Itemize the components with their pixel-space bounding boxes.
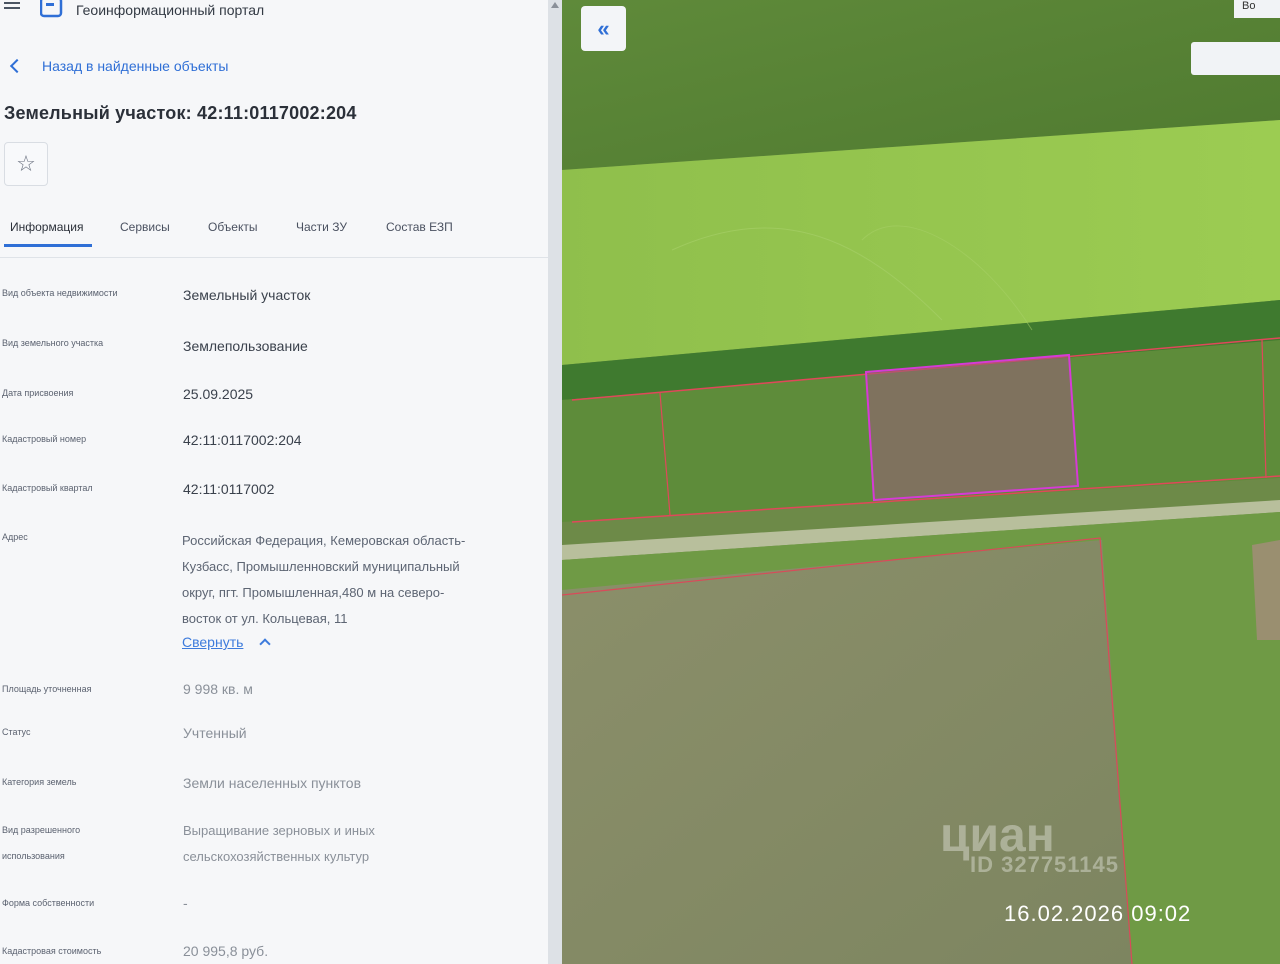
- satellite-map[interactable]: [562, 0, 1280, 964]
- address-line: Российская Федерация, Кемеровская област…: [182, 533, 466, 548]
- portal-logo-icon: [40, 0, 63, 18]
- hamburger-menu-icon[interactable]: [4, 2, 20, 14]
- object-info-panel: Геоинформационный портал Назад в найденн…: [0, 0, 556, 964]
- land-category-label: Категория земель: [2, 777, 77, 787]
- permitted-use-label: использования: [2, 851, 65, 861]
- portal-header: Геоинформационный портал: [0, 0, 548, 22]
- double-chevron-left-icon: «: [597, 15, 610, 41]
- address-label: Адрес: [2, 532, 28, 542]
- back-link-label: Назад в найденные объекты: [42, 58, 229, 74]
- tab-plot-parts[interactable]: Части ЗУ: [296, 220, 347, 234]
- assign-date-label: Дата присвоения: [2, 388, 74, 398]
- area-label: Площадь уточненная: [2, 684, 92, 694]
- object-title: Земельный участок: 42:11:0117002:204: [4, 103, 357, 123]
- tab-services[interactable]: Сервисы: [120, 220, 170, 234]
- tab-ezp-composition[interactable]: Состав ЕЗП: [386, 220, 453, 234]
- collapse-address-link[interactable]: Свернуть: [182, 634, 272, 650]
- permitted-use-value: Выращивание зерновых и иных: [183, 823, 375, 838]
- permitted-use-value: сельскохозяйственных культур: [183, 849, 370, 864]
- address-line: Кузбасс, Промышленновский муниципальный: [182, 559, 460, 574]
- cadastral-cost-label: Кадастровая стоимость: [2, 946, 102, 956]
- chevron-up-icon: [259, 638, 272, 650]
- map-search-input[interactable]: [1191, 42, 1280, 75]
- cadastral-cost-value: 20 995,8 руб.: [183, 943, 269, 959]
- cadastral-number-label: Кадастровый номер: [2, 434, 87, 444]
- property-type-label: Вид объекта недвижимости: [2, 288, 118, 298]
- address-line: восток от ул. Кольцевая, 11: [182, 611, 348, 626]
- address-line: округ, пгт. Промышленная,480 м на северо…: [182, 585, 445, 600]
- info-tabs: Информация Сервисы Объекты Части ЗУ Сост…: [0, 212, 548, 258]
- ownership-label: Форма собственности: [2, 898, 95, 908]
- favorite-button[interactable]: ☆: [4, 142, 48, 186]
- property-type-value: Земельный участок: [183, 287, 311, 303]
- address-value: Российская Федерация, Кемеровская област…: [182, 528, 532, 632]
- active-tab-indicator: [4, 244, 92, 247]
- tab-objects[interactable]: Объекты: [208, 220, 258, 234]
- assign-date-value: 25.09.2025: [183, 386, 254, 402]
- cadastral-quarter-value: 42:11:0117002: [183, 481, 275, 497]
- area-value: 9 998 кв. м: [183, 681, 253, 697]
- chevron-left-icon: [9, 58, 25, 74]
- portal-title: Геоинформационный портал: [76, 2, 265, 18]
- land-plot-type-label: Вид земельного участка: [2, 338, 104, 348]
- panel-scrollbar[interactable]: [548, 0, 562, 964]
- land-plot-type-value: Землепользование: [183, 338, 308, 354]
- back-to-results-link[interactable]: Назад в найденные объекты: [9, 58, 229, 74]
- scroll-up-icon[interactable]: [551, 2, 559, 8]
- collapse-label: Свернуть: [182, 634, 244, 650]
- cadastral-quarter-label: Кадастровый квартал: [2, 483, 93, 493]
- permitted-use-label: Вид разрешенного: [2, 825, 81, 835]
- star-icon: ☆: [16, 151, 36, 176]
- photo-timestamp: 16.02.2026 09:02: [1004, 901, 1192, 926]
- map-imagery: [562, 0, 1280, 964]
- land-category-value: Земли населенных пунктов: [183, 775, 362, 791]
- tab-information[interactable]: Информация: [10, 220, 83, 234]
- status-value: Учтенный: [183, 725, 247, 741]
- status-label: Статус: [2, 727, 31, 737]
- cadastral-number-value: 42:11:0117002:204: [183, 432, 302, 448]
- ownership-value: -: [183, 895, 188, 911]
- collapse-panel-button[interactable]: «: [581, 6, 626, 51]
- user-login-button[interactable]: Во: [1234, 0, 1280, 18]
- watermark-id: ID 327751145: [970, 852, 1120, 877]
